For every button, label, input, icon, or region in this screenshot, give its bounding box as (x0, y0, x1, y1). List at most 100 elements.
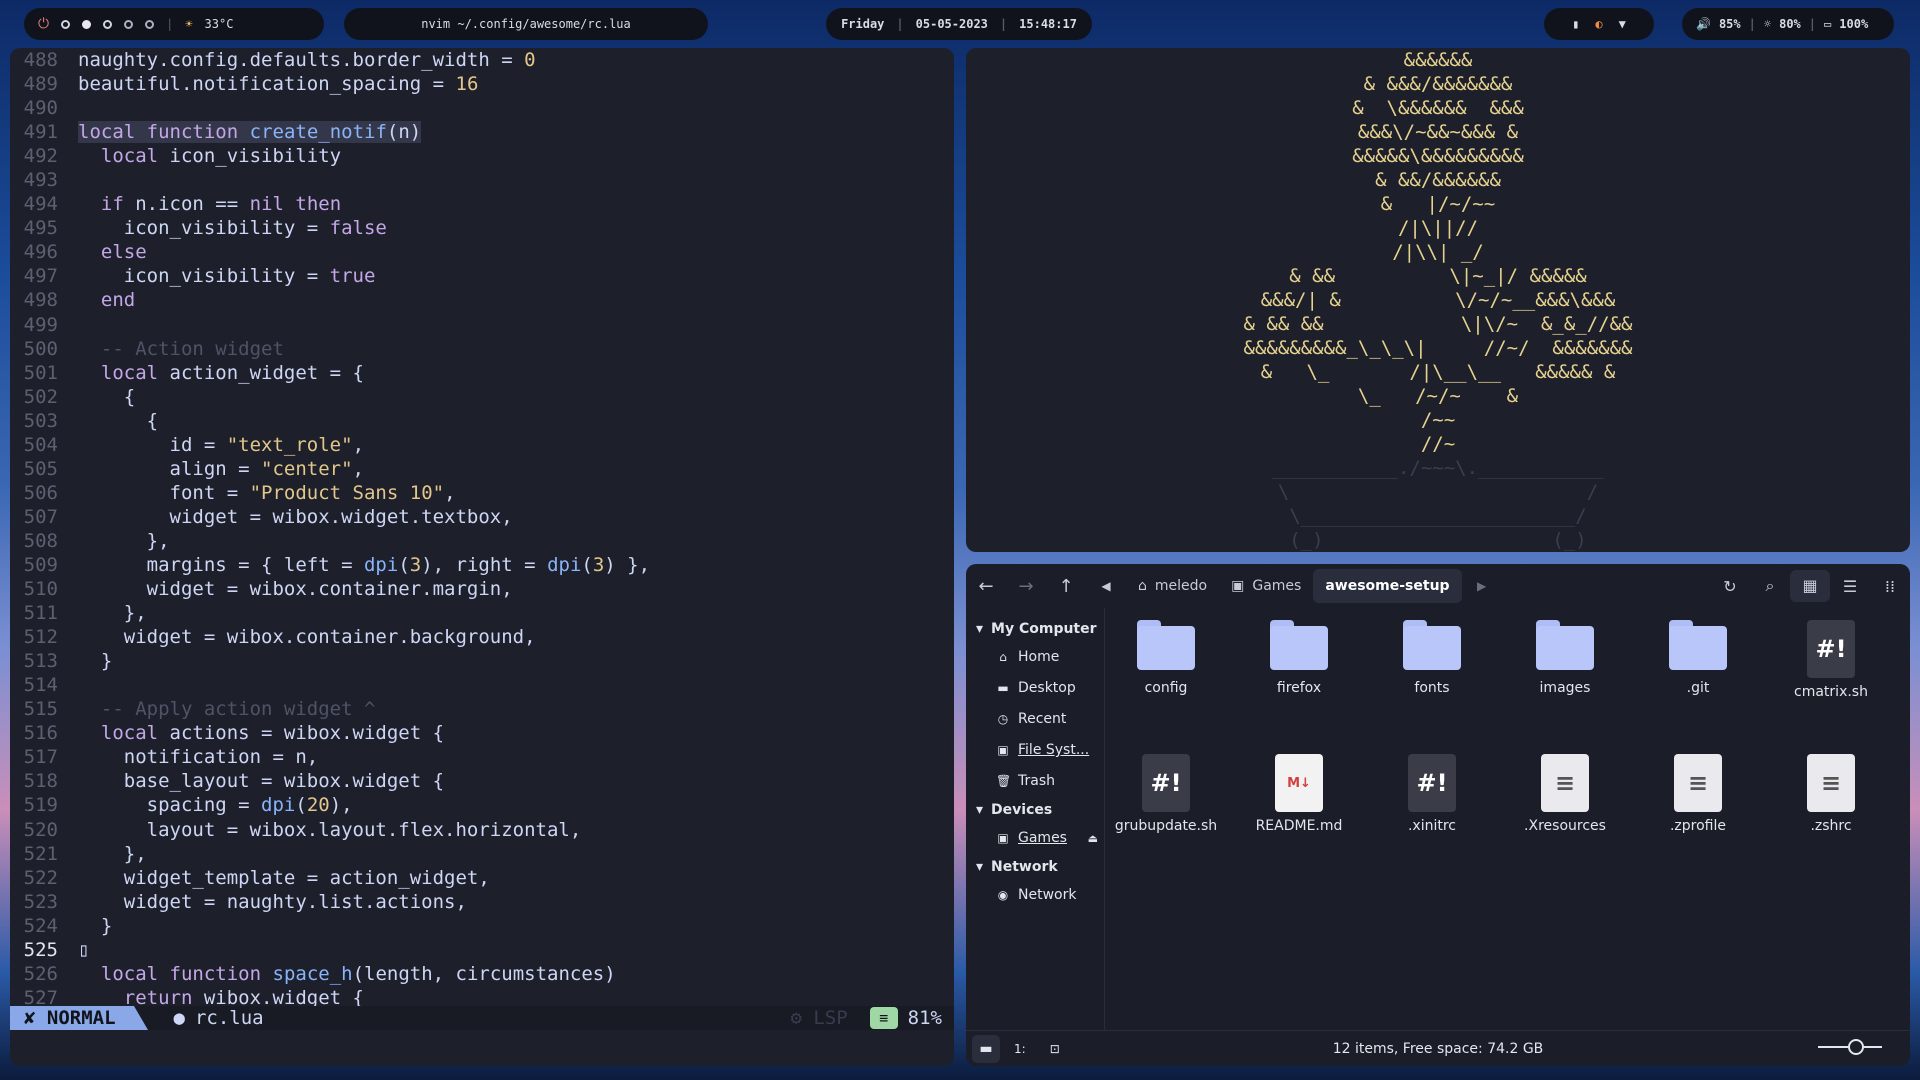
code-line[interactable]: 505 align = "center", (10, 457, 954, 481)
code-line[interactable]: 515 -- Apply action widget ^ (10, 697, 954, 721)
split-view-icon[interactable]: ⊡ (1050, 1042, 1060, 1056)
file-grid[interactable]: config firefox fonts images .git #! cmatrix.sh… (1106, 620, 1906, 1020)
breadcrumb-games[interactable]: ▣ Games (1219, 569, 1313, 603)
power-icon[interactable]: ⏻ (38, 16, 49, 32)
sidebar-item-desktop[interactable]: ▬ Desktop (966, 673, 1104, 704)
code-line[interactable]: 504 id = "text_role", (10, 433, 954, 457)
code-line[interactable]: 512 widget = wibox.container.background, (10, 625, 954, 649)
sidebar-item-home[interactable]: ⌂ Home (966, 642, 1104, 673)
places-toggle-icon[interactable]: ▬ (972, 1035, 1000, 1063)
code-line[interactable]: 514 (10, 673, 954, 697)
chevron-right-icon[interactable]: ▶ (1462, 579, 1502, 593)
code-line[interactable]: 499 (10, 313, 954, 337)
line-text: widget = wibox.container.background, (78, 626, 536, 649)
file-label: grubupdate.sh (1114, 818, 1218, 834)
compact-view-icon[interactable]: ⁞⁞ (1870, 577, 1910, 596)
file-item[interactable]: M↓ README.md (1239, 754, 1359, 834)
code-line[interactable]: 518 base_layout = wibox.widget { (10, 769, 954, 793)
sidebar-item-network[interactable]: ◉ Network (966, 880, 1104, 911)
brightness-icon[interactable]: ☼ (1764, 17, 1771, 31)
code-line[interactable]: 502 { (10, 385, 954, 409)
clipboard-icon[interactable]: ▮ (1572, 17, 1579, 31)
file-item[interactable]: #! .xinitrc (1372, 754, 1492, 834)
sidebar-section-devices[interactable]: ▾ Devices (966, 797, 1104, 823)
code-line[interactable]: 525 ▯ (10, 938, 954, 962)
code-line[interactable]: 516 local actions = wibox.widget { (10, 721, 954, 745)
eject-icon[interactable]: ⏏ (1088, 823, 1098, 854)
file-item[interactable]: fonts (1372, 620, 1492, 696)
workspace-2[interactable] (82, 19, 92, 29)
firefox-icon[interactable]: ◐ (1595, 17, 1602, 31)
code-line[interactable]: 488 naughty.config.defaults.border_width … (10, 48, 954, 72)
file-item[interactable]: #! grubupdate.sh (1106, 754, 1226, 834)
code-line[interactable]: 508 }, (10, 529, 954, 553)
breadcrumb-current[interactable]: awesome-setup (1313, 569, 1462, 603)
code-line[interactable]: 495 icon_visibility = false (10, 216, 954, 240)
code-line[interactable]: 510 widget = wibox.container.margin, (10, 577, 954, 601)
code-line[interactable]: 498 end (10, 288, 954, 312)
code-line[interactable]: 492 local icon_visibility (10, 144, 954, 168)
code-line[interactable]: 490 (10, 96, 954, 120)
back-icon[interactable]: ← (966, 576, 1006, 597)
code-line[interactable]: 513 } (10, 649, 954, 673)
code-line[interactable]: 521 }, (10, 842, 954, 866)
zoom-label[interactable]: 1: (1014, 1042, 1026, 1056)
up-icon[interactable]: ↑ (1046, 576, 1086, 597)
zoom-slider[interactable] (1818, 1039, 1882, 1055)
file-item[interactable]: firefox (1239, 620, 1359, 696)
file-item[interactable]: ≡ .zshrc (1771, 754, 1891, 834)
breadcrumb-home[interactable]: ⌂ meledo (1126, 569, 1219, 603)
code-line[interactable]: 511 }, (10, 601, 954, 625)
code-line[interactable]: 524 } (10, 914, 954, 938)
code-line[interactable]: 493 (10, 168, 954, 192)
sidebar-item-games[interactable]: ▣ Games ⏏ (966, 823, 1104, 854)
code-line[interactable]: 509 margins = { left = dpi(3), right = d… (10, 553, 954, 577)
workspace-1[interactable] (61, 19, 71, 29)
file-item[interactable]: ≡ .Xresources (1505, 754, 1625, 834)
volume-icon[interactable]: 🔊 (1696, 17, 1711, 31)
file-item[interactable]: images (1505, 620, 1625, 696)
code-line[interactable]: 500 -- Action widget (10, 337, 954, 361)
nvim-window[interactable]: 488 naughty.config.defaults.border_width … (10, 48, 954, 1066)
code-line[interactable]: 497 icon_visibility = true (10, 264, 954, 288)
file-item[interactable]: ≡ .zprofile (1638, 754, 1758, 834)
chevron-left-icon[interactable]: ◀ (1086, 579, 1126, 593)
code-line[interactable]: 503 { (10, 409, 954, 433)
file-item[interactable]: #! cmatrix.sh (1771, 620, 1891, 700)
code-line[interactable]: 522 widget_template = action_widget, (10, 866, 954, 890)
code-line[interactable]: 501 local action_widget = { (10, 361, 954, 385)
code-area[interactable]: 488 naughty.config.defaults.border_width … (10, 48, 954, 1009)
workspace-5[interactable] (145, 19, 155, 29)
zoom-slider-handle[interactable] (1848, 1039, 1864, 1055)
code-line[interactable]: 519 spacing = dpi(20), (10, 793, 954, 817)
wifi-icon[interactable]: ▼ (1619, 17, 1626, 31)
line-text: align = "center", (78, 457, 365, 480)
code-line[interactable]: 526 local function space_h(length, circu… (10, 962, 954, 986)
file-manager-window[interactable]: ← → ↑ ◀ ⌂ meledo ▣ Games awesome-setup ▶ ↻… (966, 564, 1910, 1066)
workspace-3[interactable] (103, 19, 113, 29)
code-line[interactable]: 506 font = "Product Sans 10", (10, 481, 954, 505)
code-line[interactable]: 496 else (10, 240, 954, 264)
sidebar-section-network[interactable]: ▾ Network (966, 854, 1104, 880)
sidebar-item-trash[interactable]: 🗑 Trash (966, 766, 1104, 797)
sidebar-item-recent[interactable]: ◷ Recent (966, 704, 1104, 735)
code-line[interactable]: 507 widget = wibox.widget.textbox, (10, 505, 954, 529)
file-item[interactable]: config (1106, 620, 1226, 696)
sidebar-section-my-computer[interactable]: ▾ My Computer (966, 616, 1104, 642)
grid-view-icon[interactable]: ▦ (1790, 570, 1830, 602)
reload-icon[interactable]: ↻ (1710, 577, 1750, 596)
code-line[interactable]: 523 widget = naughty.list.actions, (10, 890, 954, 914)
forward-icon[interactable]: → (1006, 576, 1046, 597)
list-view-icon[interactable]: ☰ (1830, 577, 1870, 596)
workspace-4[interactable] (124, 19, 134, 29)
ascii-tree-window[interactable]: &&&&&& & &&&/&&&&&&& & \&&&&&& &&& &&&\/~&&… (966, 48, 1910, 552)
sidebar-item-filesystem[interactable]: ▣ File Syst... (966, 735, 1104, 766)
code-line[interactable]: 520 layout = wibox.layout.flex.horizonta… (10, 818, 954, 842)
code-line[interactable]: 517 notification = n, (10, 745, 954, 769)
file-item[interactable]: .git (1638, 620, 1758, 696)
code-line[interactable]: 494 if n.icon == nil then (10, 192, 954, 216)
code-line[interactable]: 491 local function create_notif(n) (10, 120, 954, 144)
code-line[interactable]: 489 beautiful.notification_spacing = 16 (10, 72, 954, 96)
chevron-down-icon: ▾ (976, 802, 984, 818)
search-icon[interactable]: ⌕ (1750, 576, 1790, 596)
